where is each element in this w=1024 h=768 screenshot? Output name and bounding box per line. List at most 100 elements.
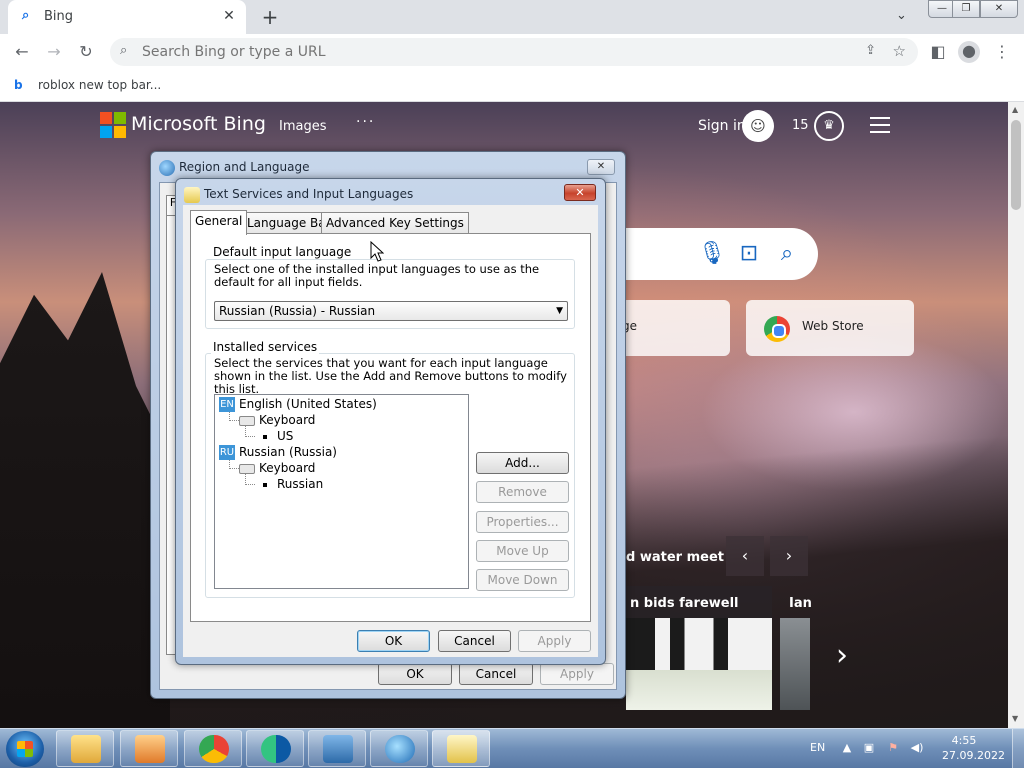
new-tab-button[interactable]: +	[260, 5, 280, 29]
window-close-button[interactable]: ✕	[980, 0, 1018, 18]
mouse-cursor-icon	[370, 241, 384, 262]
news-image[interactable]	[626, 618, 772, 710]
news-image-2[interactable]	[780, 618, 810, 710]
scroll-down-icon[interactable]: ▼	[1012, 714, 1018, 723]
back-icon[interactable]: ←	[12, 42, 32, 62]
network-icon[interactable]: ▣	[862, 741, 876, 754]
remove-button[interactable]: Remove	[476, 481, 569, 503]
properties-button[interactable]: Properties...	[476, 511, 569, 533]
taskbar-text-services[interactable]	[432, 730, 490, 767]
show-hidden-icons-icon[interactable]: ▲	[840, 741, 854, 754]
tree-item-keyboard[interactable]: Keyboard	[239, 413, 315, 427]
keyboard-icon	[239, 415, 255, 426]
bing-favicon-icon: b	[14, 78, 23, 92]
dialog-title: Region and Language	[179, 160, 310, 174]
taskbar-region-language[interactable]	[370, 730, 428, 767]
clock-time: 4:55	[951, 734, 977, 747]
hamburger-menu-icon[interactable]	[870, 117, 890, 133]
trophy-icon[interactable]: ♛	[814, 111, 844, 141]
address-bar[interactable]: ⌕ ⇪ ☆	[110, 38, 918, 66]
search-icon: ⌕	[22, 8, 30, 23]
services-tree[interactable]: EN English (United States) Keyboard US RU…	[214, 394, 469, 589]
add-button[interactable]: Add...	[476, 452, 569, 474]
tab-bing[interactable]: ⌕ Bing ✕	[8, 0, 246, 34]
maximize-button[interactable]: ❐	[952, 0, 980, 18]
keyboard-settings-icon	[184, 187, 200, 203]
ok-button[interactable]: OK	[378, 663, 452, 685]
tree-item-keyboard[interactable]: Keyboard	[239, 461, 315, 475]
taskbar-photo[interactable]	[308, 730, 366, 767]
default-language-select[interactable]: Russian (Russia) - Russian ▼	[214, 301, 568, 321]
move-up-button[interactable]: Move Up	[476, 540, 569, 562]
group-label: Default input language	[211, 245, 354, 259]
news-headline-2[interactable]: Ian	[789, 596, 812, 611]
tab-strip: ⌕ Bing ✕ + ⌄ — ❐ ✕	[0, 0, 1024, 34]
side-panel-icon[interactable]: ◧	[928, 42, 948, 62]
tree-item-layout[interactable]: Russian	[263, 477, 323, 491]
bing-brand[interactable]: Microsoft Bing	[131, 113, 266, 135]
scroll-thumb[interactable]	[1011, 120, 1021, 210]
reload-icon[interactable]: ↻	[76, 42, 96, 62]
input-language-indicator[interactable]: EN	[810, 741, 825, 754]
profile-avatar[interactable]: ●	[958, 41, 980, 63]
tab-search-button[interactable]: ⌄	[896, 8, 907, 23]
quick-link-web-store[interactable]: Web Store	[746, 300, 914, 356]
news-next-button[interactable]: ›	[836, 638, 848, 673]
windows-taskbar: EN ▲ ▣ ⚑ ◀) 4:55 27.09.2022	[0, 728, 1024, 768]
microphone-icon[interactable]: 🎙	[698, 241, 726, 267]
share-icon[interactable]: ⇪	[865, 43, 876, 58]
show-desktop-button[interactable]	[1012, 729, 1024, 768]
tree-item-layout[interactable]: US	[263, 429, 293, 443]
cancel-button[interactable]: Cancel	[438, 630, 511, 652]
forward-icon[interactable]: →	[44, 42, 64, 62]
taskbar-explorer[interactable]	[56, 730, 114, 767]
folder-icon	[71, 735, 101, 763]
scroll-up-icon[interactable]: ▲	[1012, 105, 1018, 114]
volume-icon[interactable]: ◀)	[910, 741, 924, 754]
ok-button[interactable]: OK	[357, 630, 430, 652]
dropdown-arrow-icon: ▼	[556, 306, 563, 316]
page-scrollbar[interactable]: ▲ ▼	[1008, 102, 1024, 728]
rewards-points: 15	[792, 118, 809, 133]
bookmark-star-icon[interactable]: ☆	[893, 42, 906, 60]
move-down-button[interactable]: Move Down	[476, 569, 569, 591]
bookmarks-bar: b roblox new top bar...	[0, 70, 1024, 102]
prev-image-button[interactable]: ‹	[726, 536, 764, 576]
close-button[interactable]: ✕	[564, 184, 596, 201]
language-badge: RU	[219, 445, 235, 460]
taskbar-edge[interactable]	[246, 730, 304, 767]
dialog-title: Text Services and Input Languages	[204, 187, 414, 201]
nav-images[interactable]: Images	[279, 119, 327, 134]
tab-advanced-key-settings[interactable]: Advanced Key Settings	[321, 212, 469, 234]
bookmark-label: roblox new top bar...	[38, 78, 162, 92]
clock[interactable]: 4:55 27.09.2022	[942, 733, 1005, 763]
tree-item-russian[interactable]: RU Russian (Russia)	[219, 445, 337, 460]
taskbar-media-player[interactable]	[120, 730, 178, 767]
microsoft-logo-icon[interactable]	[100, 112, 126, 138]
taskbar-chrome[interactable]	[184, 730, 242, 767]
sign-in-link[interactable]: Sign in	[698, 118, 746, 134]
start-button[interactable]	[6, 731, 44, 767]
media-player-icon	[135, 735, 165, 763]
news-headline[interactable]: n bids farewell	[630, 596, 739, 611]
visual-search-icon[interactable]: ⊡	[736, 241, 762, 267]
tab-close-button[interactable]: ✕	[220, 8, 238, 24]
close-button[interactable]: ✕	[587, 159, 615, 175]
next-image-button[interactable]: ›	[770, 536, 808, 576]
tree-item-english[interactable]: EN English (United States)	[219, 397, 377, 412]
user-icon[interactable]: ☺	[742, 110, 774, 142]
apply-button[interactable]: Apply	[518, 630, 591, 652]
cancel-button[interactable]: Cancel	[459, 663, 533, 685]
menu-icon[interactable]: ⋮	[992, 42, 1012, 62]
globe-icon	[385, 735, 415, 763]
globe-icon	[159, 160, 175, 176]
apply-button[interactable]: Apply	[540, 663, 614, 685]
image-caption[interactable]: d water meet	[626, 550, 724, 565]
bullet-icon	[263, 434, 267, 439]
tab-general[interactable]: General	[190, 210, 248, 235]
url-input[interactable]	[142, 43, 842, 61]
photo-viewer-icon	[323, 735, 353, 763]
action-center-icon[interactable]: ⚑	[886, 741, 900, 754]
search-icon[interactable]: ⌕	[774, 241, 800, 267]
nav-more[interactable]: ···	[356, 114, 375, 130]
